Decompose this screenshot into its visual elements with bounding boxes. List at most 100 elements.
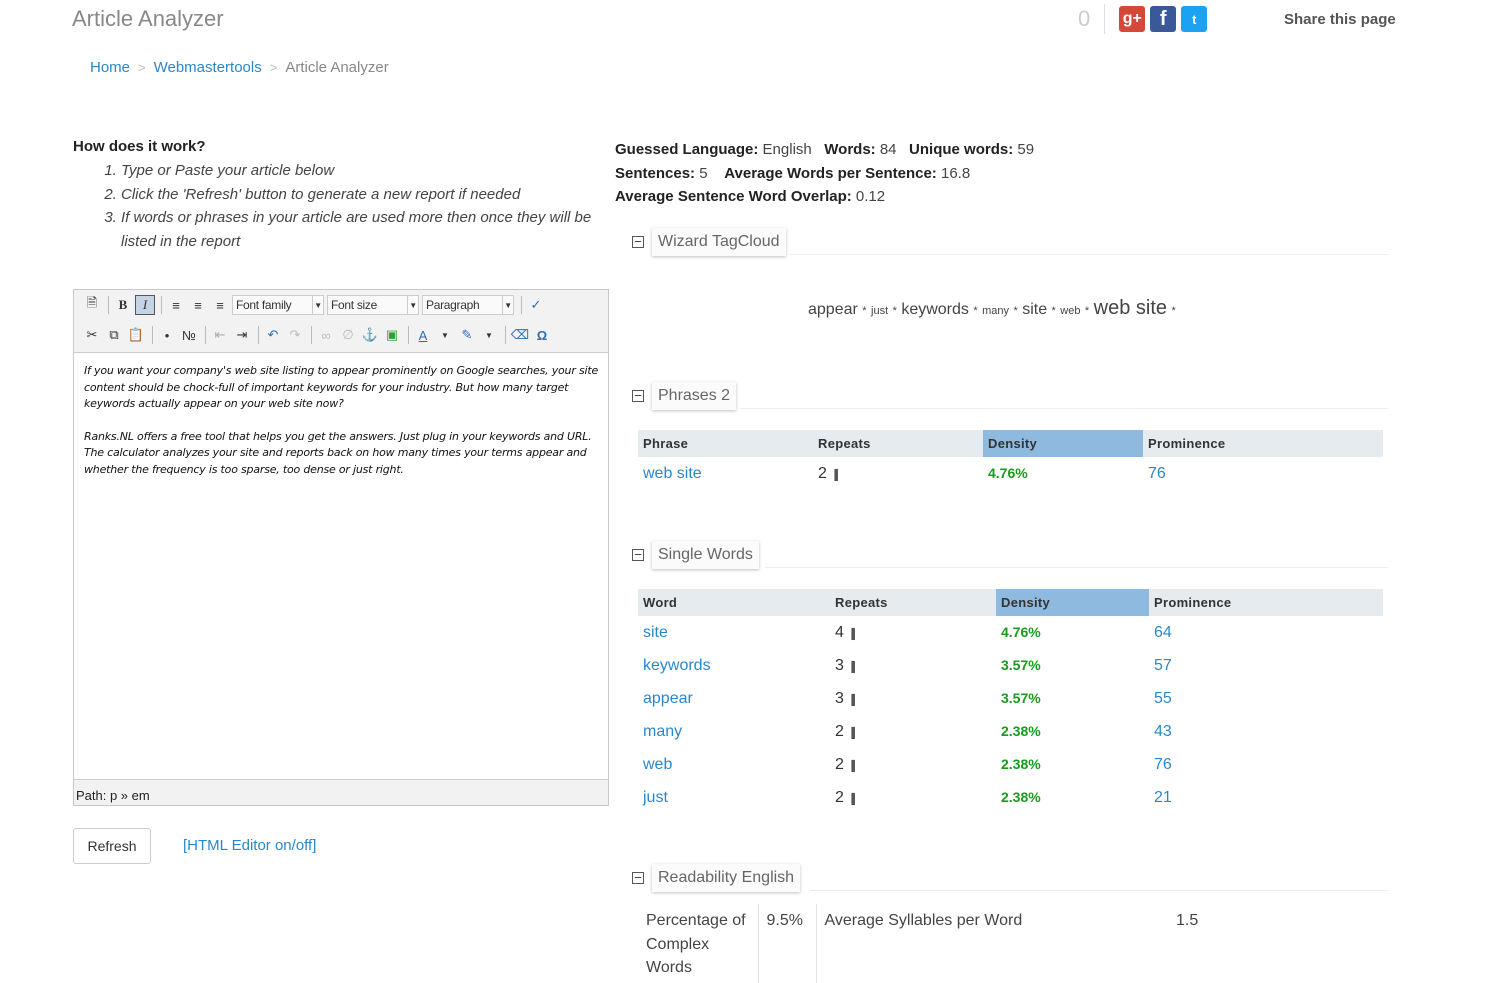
undo-icon[interactable]: ↶ bbox=[263, 325, 283, 345]
refresh-button[interactable]: Refresh bbox=[73, 828, 151, 864]
collapse-icon[interactable]: − bbox=[632, 235, 644, 248]
word-cell: site bbox=[638, 616, 830, 649]
collapse-icon[interactable]: − bbox=[632, 389, 644, 402]
new-document-icon[interactable]: 🗎 bbox=[82, 295, 102, 315]
keyword-link[interactable]: web site bbox=[643, 465, 702, 482]
italic-button[interactable]: I bbox=[135, 295, 155, 315]
toolbar-separator bbox=[505, 326, 506, 344]
collapse-icon[interactable]: − bbox=[632, 871, 644, 884]
twitter-icon[interactable]: t bbox=[1181, 6, 1208, 32]
table-row: many 2 ▐ 2.38% 43 bbox=[638, 715, 1383, 748]
unlink-icon[interactable]: ∅ bbox=[338, 325, 358, 345]
prominence-link[interactable]: 21 bbox=[1154, 789, 1172, 806]
link-icon[interactable]: ∞ bbox=[316, 325, 336, 345]
chevron-down-icon[interactable]: ▼ bbox=[479, 325, 499, 345]
redo-icon[interactable]: ↷ bbox=[285, 325, 305, 345]
section-divider bbox=[810, 890, 1388, 891]
table-row: web 2 ▐ 2.38% 76 bbox=[638, 748, 1383, 781]
keyword-link[interactable]: web bbox=[643, 756, 672, 773]
align-center-icon[interactable]: ≡ bbox=[188, 295, 208, 315]
density-value: 4.76% bbox=[988, 464, 1028, 481]
eraser-icon[interactable]: ⌫ bbox=[510, 325, 530, 345]
keyword-link[interactable]: many bbox=[643, 723, 682, 740]
indent-icon[interactable]: ⇥ bbox=[232, 325, 252, 345]
google-plus-icon[interactable]: g+ bbox=[1119, 6, 1146, 32]
instruction-step: If words or phrases in your article are … bbox=[121, 206, 603, 253]
column-header[interactable]: Word bbox=[638, 589, 830, 616]
single-words-section-header[interactable]: − Single Words bbox=[632, 541, 759, 569]
tag-word[interactable]: web bbox=[1060, 305, 1080, 317]
keyword-link[interactable]: appear bbox=[643, 690, 693, 707]
unique-words-value: 59 bbox=[1017, 141, 1035, 158]
bar-icon: ▐ bbox=[847, 760, 855, 772]
cut-icon[interactable]: ✂ bbox=[82, 325, 102, 345]
paste-icon[interactable]: 📋 bbox=[126, 325, 146, 345]
tag-separator: * bbox=[892, 305, 897, 317]
tag-word[interactable]: appear bbox=[808, 301, 858, 318]
outdent-icon[interactable]: ⇤ bbox=[210, 325, 230, 345]
column-header[interactable]: Density bbox=[996, 589, 1149, 616]
article-textarea[interactable]: If you want your company's web site list… bbox=[74, 352, 608, 780]
density-cell: 2.38% bbox=[996, 748, 1149, 781]
prominence-link[interactable]: 76 bbox=[1154, 756, 1172, 773]
keyword-link[interactable]: just bbox=[643, 789, 668, 806]
tag-word[interactable]: many bbox=[982, 305, 1009, 317]
tag-word[interactable]: just bbox=[871, 305, 888, 317]
prominence-link[interactable]: 55 bbox=[1154, 690, 1172, 707]
chevron-down-icon[interactable]: ▼ bbox=[435, 325, 455, 345]
avg-words-label: Average Words per Sentence: bbox=[724, 164, 937, 182]
instruction-step: Click the 'Refresh' button to generate a… bbox=[121, 183, 603, 207]
spellcheck-icon[interactable]: ✓ bbox=[526, 295, 546, 315]
collapse-icon[interactable]: − bbox=[632, 548, 644, 561]
prominence-cell: 21 bbox=[1149, 781, 1383, 814]
column-header[interactable]: Phrase bbox=[638, 430, 813, 457]
article-paragraph[interactable]: Ranks.NL offers a free tool that helps y… bbox=[84, 429, 598, 479]
section-divider bbox=[740, 408, 1388, 409]
tag-word[interactable]: site bbox=[1022, 301, 1047, 318]
prominence-link[interactable]: 43 bbox=[1154, 723, 1172, 740]
chevron-down-icon: ▼ bbox=[407, 296, 418, 314]
phrases-section-header[interactable]: − Phrases 2 bbox=[632, 382, 737, 410]
text-color-icon[interactable]: A bbox=[413, 325, 433, 345]
readability-section-header[interactable]: − Readability English bbox=[632, 864, 801, 892]
highlight-color-icon[interactable]: ✎ bbox=[457, 325, 477, 345]
prominence-link[interactable]: 64 bbox=[1154, 624, 1172, 641]
article-stats: Guessed Language: English Words: 84 Uniq… bbox=[615, 138, 1034, 209]
column-header[interactable]: Density bbox=[983, 430, 1143, 457]
numbered-list-icon[interactable]: № bbox=[179, 325, 199, 345]
align-left-icon[interactable]: ≡ bbox=[166, 295, 186, 315]
repeats-value: 2 bbox=[835, 722, 844, 740]
share-bar: 0 g+ f t bbox=[1078, 4, 1208, 34]
image-icon[interactable]: ▣ bbox=[382, 325, 402, 345]
font-size-select[interactable]: Font size ▼ bbox=[327, 295, 419, 315]
instructions: How does it work? Type or Paste your art… bbox=[73, 138, 603, 253]
tagcloud-section-header[interactable]: − Wizard TagCloud bbox=[632, 228, 786, 256]
column-header[interactable]: Prominence bbox=[1149, 589, 1383, 616]
column-header[interactable]: Prominence bbox=[1143, 430, 1383, 457]
column-header[interactable]: Repeats bbox=[813, 430, 983, 457]
font-family-select[interactable]: Font family ▼ bbox=[232, 295, 324, 315]
breadcrumb-home[interactable]: Home bbox=[90, 59, 130, 76]
prominence-link[interactable]: 57 bbox=[1154, 657, 1172, 674]
prominence-link[interactable]: 76 bbox=[1148, 465, 1166, 482]
avg-words-value: 16.8 bbox=[940, 164, 971, 182]
bullet-list-icon[interactable]: • bbox=[157, 325, 177, 345]
anchor-icon[interactable]: ⚓ bbox=[360, 325, 380, 345]
align-right-icon[interactable]: ≡ bbox=[210, 295, 230, 315]
section-divider bbox=[790, 254, 1388, 255]
bold-button[interactable]: B bbox=[113, 295, 133, 315]
html-editor-toggle-link[interactable]: [HTML Editor on/off] bbox=[183, 837, 316, 854]
breadcrumb-webmastertools[interactable]: Webmastertools bbox=[154, 59, 262, 76]
copy-icon[interactable]: ⧉ bbox=[104, 325, 124, 345]
omega-icon[interactable]: Ω bbox=[532, 325, 552, 345]
tag-word[interactable]: keywords bbox=[901, 301, 969, 318]
facebook-icon[interactable]: f bbox=[1150, 6, 1177, 32]
keyword-link[interactable]: keywords bbox=[643, 657, 711, 674]
prominence-cell: 43 bbox=[1149, 715, 1383, 748]
keyword-link[interactable]: site bbox=[643, 624, 668, 641]
tag-word[interactable]: web site bbox=[1094, 297, 1167, 319]
format-select[interactable]: Paragraph ▼ bbox=[422, 295, 514, 315]
column-header[interactable]: Repeats bbox=[830, 589, 996, 616]
word-cell: keywords bbox=[638, 649, 830, 682]
article-paragraph[interactable]: If you want your company's web site list… bbox=[84, 363, 598, 413]
